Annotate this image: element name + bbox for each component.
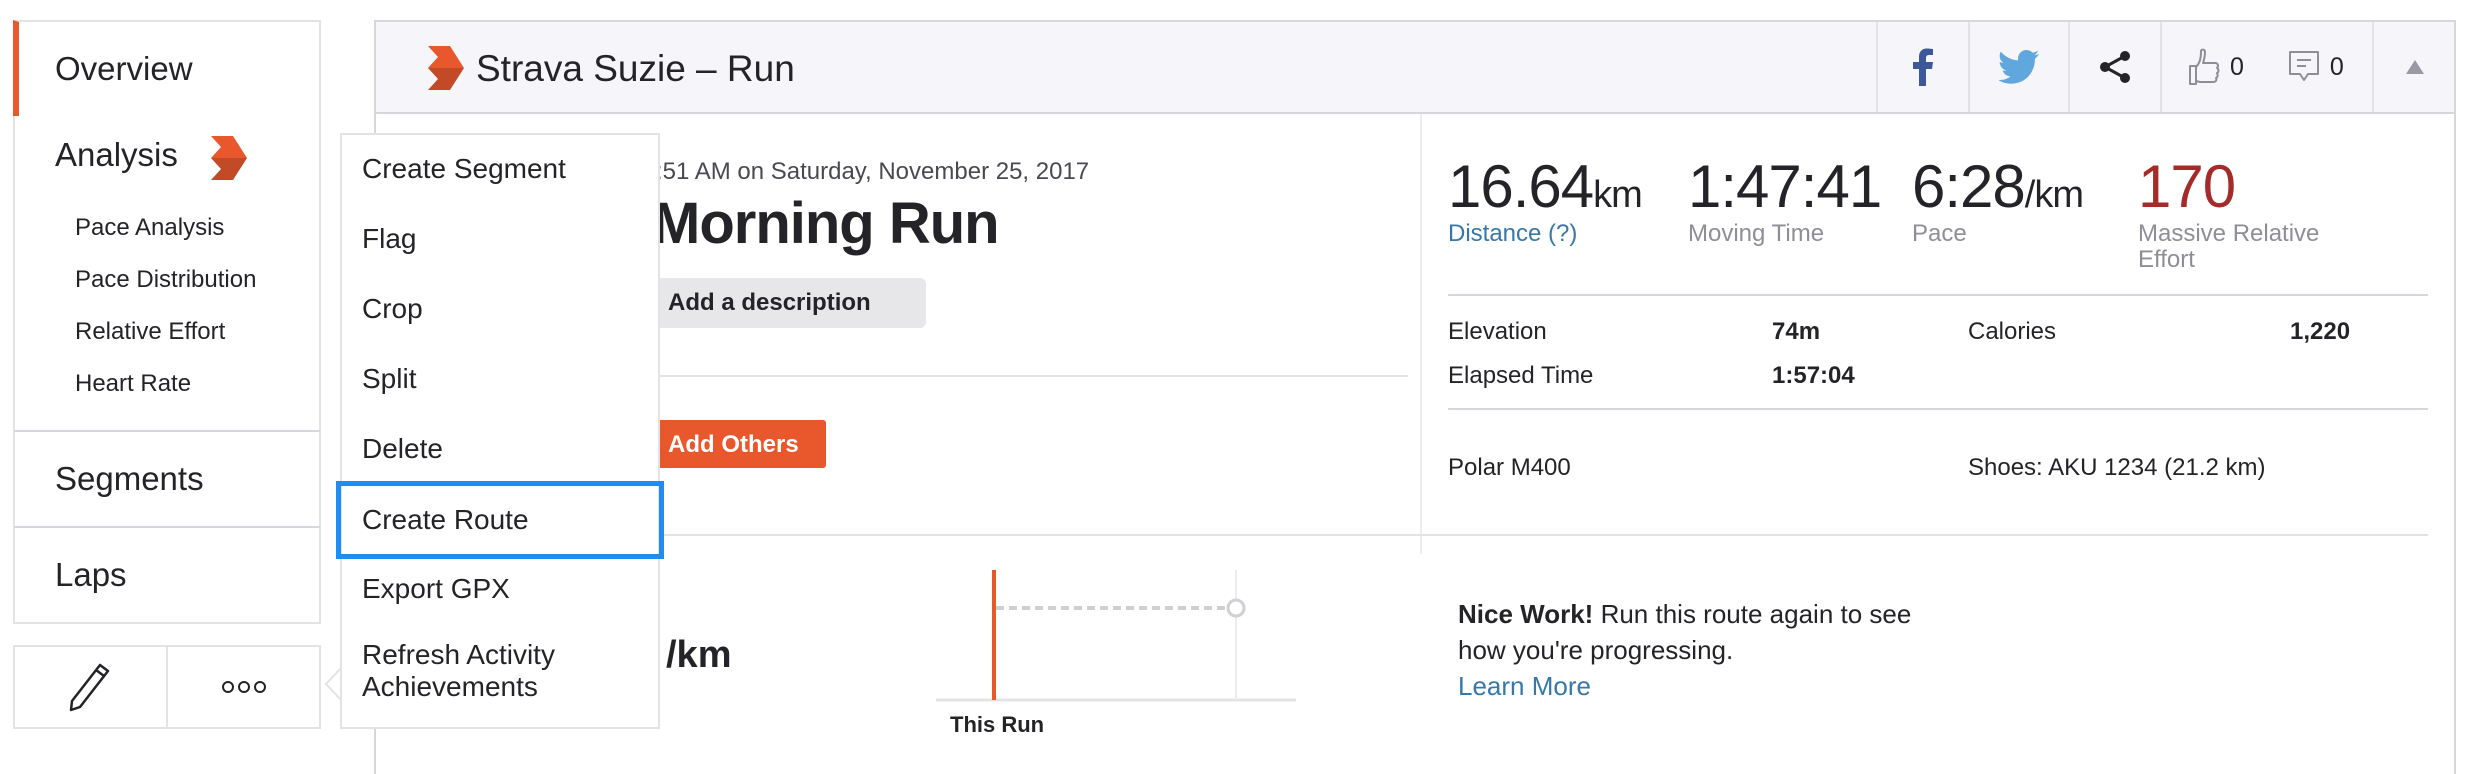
- menu-item-label: Create Route: [362, 504, 529, 535]
- activity-actions: [13, 645, 321, 729]
- sidebar-item-pace-distribution[interactable]: Pace Distribution: [75, 266, 256, 294]
- pencil-icon: [69, 663, 109, 712]
- distance-unit: km: [1593, 174, 1643, 216]
- ellipsis-icon: [221, 681, 266, 693]
- learn-more-link[interactable]: Learn More: [1458, 671, 1591, 701]
- activity-title[interactable]: Morning Run: [652, 190, 1000, 257]
- kudos-comments-group: 0 0: [2160, 22, 2352, 112]
- facebook-icon: [1913, 48, 1933, 86]
- menu-item-label: Refresh Activity Achievements: [362, 639, 555, 702]
- this-run-label: This Run: [950, 712, 1045, 737]
- elapsed-time-value: 1:57:04: [1772, 362, 1855, 389]
- sidebar-item-relative-effort[interactable]: Relative Effort: [75, 318, 225, 346]
- relative-effort-value: 170: [2138, 153, 2236, 220]
- strava-chevron-icon: [211, 136, 247, 180]
- activity-header-title: Strava Suzie – Run: [476, 48, 795, 89]
- twitter-share-button[interactable]: [1968, 22, 2068, 112]
- calories-value: 1,220: [2290, 318, 2351, 345]
- sidebar-overview-label: Overview: [55, 50, 193, 87]
- sidebar-item-heart-rate[interactable]: Heart Rate: [75, 370, 191, 398]
- device-name: Polar M400: [1448, 454, 1571, 481]
- comment-count: 0: [2329, 52, 2344, 81]
- pace-label: Pace: [1912, 220, 1967, 247]
- elevation-value: 74m: [1772, 318, 1821, 345]
- activity-panel: Strava Suzie – Run 0 0:51 AM on Saturda…: [374, 20, 2456, 774]
- projection-point: [1226, 598, 1246, 618]
- add-description-button[interactable]: Add a description: [626, 278, 926, 328]
- menu-item-create-route[interactable]: Create Route: [336, 481, 664, 559]
- sidebar-analysis-section: Analysis Pace Analysis Pace Distribution…: [13, 116, 321, 432]
- facebook-share-button[interactable]: [1876, 22, 1968, 112]
- menu-item-label: Crop: [362, 293, 423, 324]
- share-button[interactable]: [2068, 22, 2160, 112]
- sidebar-item-laps[interactable]: Laps: [13, 526, 321, 624]
- stat-relative-effort[interactable]: 170 Massive Relative Effort: [2138, 152, 2378, 273]
- column-divider: [1420, 114, 1422, 554]
- pace-unit: /km: [2024, 174, 2084, 216]
- menu-item-split[interactable]: Split: [342, 345, 658, 415]
- menu-item-label: Export GPX: [362, 573, 510, 604]
- add-others-label: Add Others: [668, 431, 799, 458]
- menu-item-label: Delete: [362, 433, 443, 464]
- activity-date: :51 AM on Saturday, November 25, 2017: [656, 158, 1090, 185]
- details-divider: [656, 375, 1408, 377]
- sidebar-laps-label: Laps: [55, 556, 127, 593]
- menu-item-create-segment[interactable]: Create Segment: [342, 135, 658, 205]
- relative-effort-label: Massive Relative Effort: [2138, 220, 2320, 273]
- nice-work-bold: Nice Work!: [1458, 599, 1594, 629]
- stat-pace: 6:28/km Pace: [1912, 152, 2084, 247]
- sidebar-item-overview[interactable]: Overview: [13, 20, 321, 118]
- kudos-button[interactable]: 0: [2188, 48, 2244, 86]
- menu-item-label: Split: [362, 363, 417, 394]
- elevation-label: Elevation: [1448, 318, 1547, 345]
- stats-divider-2: [1448, 408, 2428, 410]
- collapse-icon: [2406, 60, 2424, 74]
- moving-time-value: 1:47:41: [1688, 153, 1882, 220]
- more-actions-button[interactable]: [166, 647, 319, 727]
- comments-button[interactable]: 0: [2288, 50, 2344, 84]
- comment-icon: [2288, 51, 2319, 81]
- activity-header: Strava Suzie – Run 0 0: [376, 22, 2454, 114]
- menu-item-refresh-achievements[interactable]: Refresh Activity Achievements: [342, 625, 658, 725]
- sidebar-item-analysis[interactable]: Analysis: [55, 136, 178, 174]
- collapse-button[interactable]: [2372, 22, 2456, 112]
- stat-distance: 16.64km Distance (?): [1448, 152, 1643, 247]
- stat-moving-time: 1:47:41 Moving Time: [1688, 152, 1882, 247]
- menu-item-label: Create Segment: [362, 153, 566, 184]
- menu-item-export-gpx[interactable]: Export GPX: [342, 555, 658, 625]
- share-icon: [2100, 51, 2130, 83]
- more-actions-menu: Create Segment Flag Crop Split Delete Cr…: [336, 133, 664, 729]
- edit-button[interactable]: [15, 647, 166, 727]
- menu-item-delete[interactable]: Delete: [342, 415, 658, 485]
- menu-item-crop[interactable]: Crop: [342, 275, 658, 345]
- stats-divider-1: [1448, 294, 2428, 296]
- distance-help-link[interactable]: Distance (?): [1448, 221, 1642, 247]
- thumbs-up-icon: [2189, 48, 2220, 85]
- sidebar-item-pace-analysis[interactable]: Pace Analysis: [75, 214, 224, 242]
- kudos-count: 0: [2230, 52, 2244, 81]
- pace-value: 6:28: [1912, 153, 2026, 220]
- strava-chevron-icon: [428, 46, 464, 90]
- menu-item-label: Flag: [362, 223, 417, 254]
- distance-value: 16.64: [1448, 153, 1594, 220]
- add-description-label: Add a description: [668, 289, 871, 316]
- comparison-pace: /km: [666, 634, 732, 676]
- moving-time-label: Moving Time: [1688, 220, 1825, 247]
- sidebar-segments-label: Segments: [55, 460, 204, 497]
- twitter-icon: [1999, 50, 2039, 84]
- sidebar-item-segments[interactable]: Segments: [13, 430, 321, 528]
- section-divider: [376, 534, 2428, 536]
- elapsed-time-label: Elapsed Time: [1448, 362, 1594, 389]
- calories-label: Calories: [1968, 318, 2057, 345]
- shoes-info[interactable]: Shoes: AKU 1234 (21.2 km): [1968, 454, 2266, 482]
- nice-work-message: Nice Work! Run this route again to see h…: [1458, 596, 1918, 704]
- menu-item-flag[interactable]: Flag: [342, 205, 658, 275]
